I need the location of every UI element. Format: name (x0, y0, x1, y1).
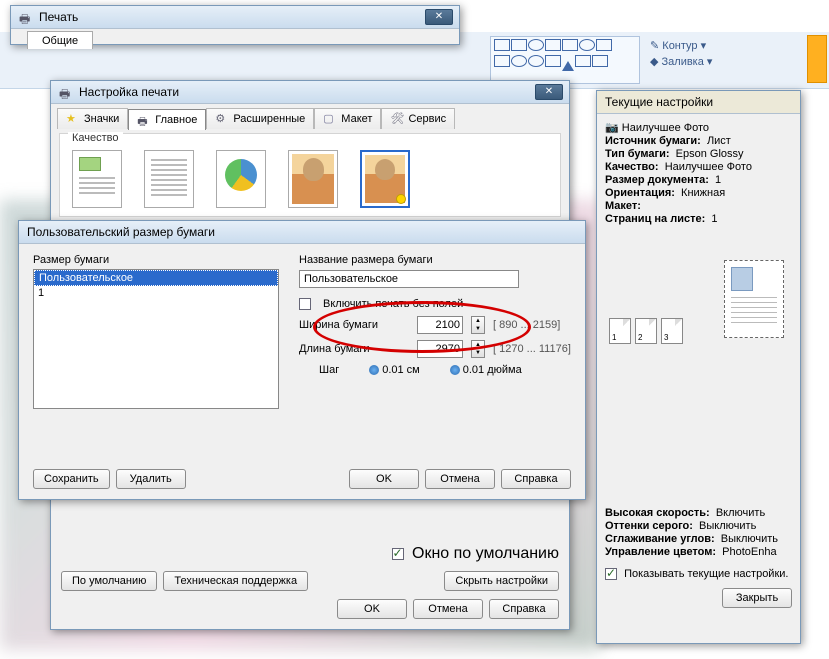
best-badge-icon (396, 194, 406, 204)
help-button[interactable]: Справка (501, 469, 571, 489)
defaults-button[interactable]: По умолчанию (61, 571, 157, 591)
tech-support-button[interactable]: Техническая поддержка (163, 571, 308, 591)
step-cm-radio[interactable]: 0.01 см (369, 364, 420, 376)
step-label: Шаг (319, 364, 339, 376)
paper-width-input[interactable] (417, 316, 463, 334)
shapes-gallery[interactable] (490, 36, 640, 84)
print-dialog-title-text: Печать (39, 10, 78, 24)
ribbon-fill[interactable]: ◆ Заливка ▾ (650, 54, 712, 70)
printer-icon: 🖶 (59, 85, 73, 99)
printer-icon: 🖶 (137, 113, 151, 127)
height-spinner[interactable]: ▲▼ (471, 340, 485, 358)
width-spinner[interactable]: ▲▼ (471, 316, 485, 334)
current-title: Текущие настройки (597, 91, 800, 114)
tab-service[interactable]: 🛠Сервис (381, 108, 455, 129)
paper-title: Пользовательский размер бумаги (19, 221, 585, 244)
default-window-checkbox[interactable] (392, 548, 404, 560)
quality-option-photo[interactable] (288, 150, 338, 208)
height-label: Длина бумаги (299, 343, 409, 355)
current-settings-panel: Текущие настройки 📷 Наилучшее Фото Источ… (596, 90, 801, 644)
width-label: Ширина бумаги (299, 319, 409, 331)
ok-button[interactable]: OK (349, 469, 419, 489)
borderless-checkbox[interactable] (299, 298, 311, 310)
show-settings-checkbox[interactable] (605, 568, 617, 580)
quality-option-best-photo[interactable] (360, 150, 410, 208)
quality-label: Качество (68, 132, 123, 144)
ribbon-accent-button[interactable] (807, 35, 827, 83)
quality-group: Качество (59, 133, 561, 217)
step-inch-radio[interactable]: 0.01 дюйма (450, 364, 522, 376)
ribbon-contour[interactable]: ✎ Контур ▾ (650, 38, 712, 54)
help-button[interactable]: Справка (489, 599, 559, 619)
quality-option-chart[interactable] (216, 150, 266, 208)
mini-page-1: 1 (609, 318, 631, 344)
tab-main[interactable]: 🖶Главное (128, 109, 206, 130)
wrench-icon: 🛠 (390, 112, 404, 126)
camera-icon: 📷 (605, 122, 619, 134)
ok-button[interactable]: OK (337, 599, 407, 619)
radio-icon (450, 365, 460, 375)
print-dialog-title: 🖶 Печать ✕ (11, 6, 459, 29)
hide-settings-button[interactable]: Скрыть настройки (444, 571, 559, 591)
delete-button[interactable]: Удалить (116, 469, 186, 489)
gear-icon: ⚙ (215, 112, 229, 126)
paper-name-input[interactable] (299, 270, 519, 288)
current-title-text: Текущие настройки (605, 95, 713, 109)
tab-advanced[interactable]: ⚙Расширенные (206, 108, 314, 129)
mini-page-3: 3 (661, 318, 683, 344)
printer-icon: 🖶 (19, 10, 33, 24)
paper-title-text: Пользовательский размер бумаги (27, 225, 215, 239)
borderless-label: Включить печать без полей (323, 298, 463, 310)
setup-title: 🖶 Настройка печати ✕ (51, 81, 569, 104)
list-item[interactable]: 1 (34, 286, 278, 300)
quality-option-draft[interactable] (72, 150, 122, 208)
star-icon: ★ (66, 112, 80, 126)
name-label: Название размера бумаги (299, 254, 571, 266)
height-range: [ 1270 ... 11176] (493, 343, 571, 355)
close-icon[interactable]: ✕ (425, 9, 453, 25)
paper-height-input[interactable] (417, 340, 463, 358)
paper-size-dialog: Пользовательский размер бумаги Размер бу… (18, 220, 586, 500)
list-item[interactable]: Пользовательское (34, 270, 278, 286)
ribbon-menu: ✎ Контур ▾ ◆ Заливка ▾ (650, 38, 712, 70)
tab-layout[interactable]: ▢Макет (314, 108, 381, 129)
page-preview (724, 260, 784, 338)
tab-icons[interactable]: ★Значки (57, 108, 128, 129)
setup-tabs: ★Значки 🖶Главное ⚙Расширенные ▢Макет 🛠Се… (57, 108, 563, 129)
paper-size-list[interactable]: Пользовательское 1 (33, 269, 279, 409)
save-button[interactable]: Сохранить (33, 469, 110, 489)
tab-general[interactable]: Общие (27, 31, 93, 49)
show-settings-label: Показывать текущие настройки. (624, 568, 788, 580)
page-icon: ▢ (323, 112, 337, 126)
print-dialog: 🖶 Печать ✕ Общие (10, 5, 460, 45)
best-photo-label: Наилучшее Фото (622, 122, 709, 134)
cancel-button[interactable]: Отмена (425, 469, 495, 489)
size-list-label: Размер бумаги (33, 254, 279, 266)
cancel-button[interactable]: Отмена (413, 599, 483, 619)
close-icon[interactable]: ✕ (535, 84, 563, 100)
quality-option-text[interactable] (144, 150, 194, 208)
radio-icon (369, 365, 379, 375)
mini-page-2: 2 (635, 318, 657, 344)
setup-title-text: Настройка печати (79, 85, 179, 99)
default-window-label: Окно по умолчанию (412, 545, 559, 562)
width-range: [ 890 ... 2159] (493, 319, 560, 331)
close-button[interactable]: Закрыть (722, 588, 792, 608)
